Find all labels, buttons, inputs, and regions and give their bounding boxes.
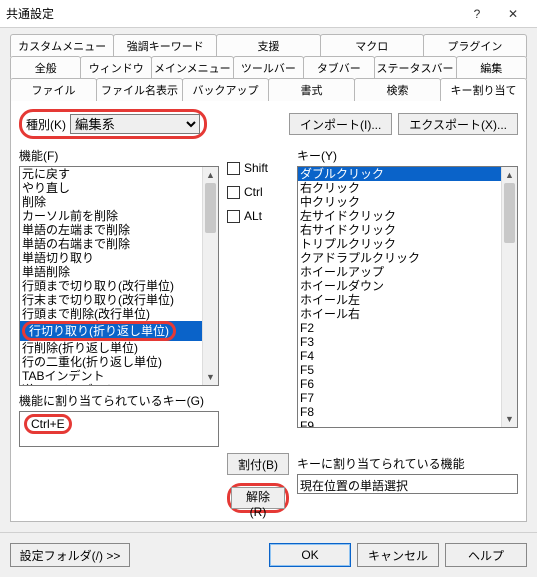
list-item[interactable]: F4 bbox=[298, 349, 501, 363]
scrollbar[interactable]: ▲ ▼ bbox=[202, 167, 218, 385]
list-item[interactable]: 行頭まで切り取り(改行単位) bbox=[20, 279, 202, 293]
keys-label: キー(Y) bbox=[297, 147, 518, 164]
cancel-button[interactable]: キャンセル bbox=[357, 543, 439, 567]
list-item[interactable]: F2 bbox=[298, 321, 501, 335]
ctrl-label: Ctrl bbox=[244, 185, 263, 199]
list-item[interactable]: 左サイドクリック bbox=[298, 209, 501, 223]
list-item[interactable]: F7 bbox=[298, 391, 501, 405]
list-item[interactable]: ホイール右 bbox=[298, 307, 501, 321]
type-label: 種別(K) bbox=[26, 116, 66, 133]
list-item[interactable]: F6 bbox=[298, 377, 501, 391]
ctrl-checkbox-row[interactable]: Ctrl bbox=[227, 185, 289, 199]
dialog-footer: 設定フォルダ(/) >> OK キャンセル ヘルプ bbox=[0, 532, 537, 577]
list-item[interactable]: ホイール左 bbox=[298, 293, 501, 307]
assigned-key-highlight: Ctrl+E bbox=[24, 414, 72, 434]
tab-書式[interactable]: 書式 bbox=[268, 78, 355, 101]
list-item[interactable]: 行頭まで削除(改行単位) bbox=[20, 307, 202, 321]
list-item[interactable]: 行削除(折り返し単位) bbox=[20, 341, 202, 355]
release-highlight: 解除(R) bbox=[227, 483, 289, 513]
help-icon[interactable]: ? bbox=[459, 3, 495, 25]
list-item[interactable]: ホイールダウン bbox=[298, 279, 501, 293]
list-item[interactable]: 単語の左端まで削除 bbox=[20, 223, 202, 237]
functions-label: 機能(F) bbox=[19, 147, 219, 164]
tab-カスタムメニュー[interactable]: カスタムメニュー bbox=[10, 34, 114, 57]
tab-全般[interactable]: 全般 bbox=[10, 56, 81, 79]
export-button[interactable]: エクスポート(X)... bbox=[398, 113, 518, 135]
title-bar: 共通設定 ? ✕ bbox=[0, 0, 537, 28]
list-item[interactable]: ダブルクリック bbox=[298, 167, 501, 181]
shift-checkbox-row[interactable]: Shift bbox=[227, 161, 289, 175]
settings-folder-button[interactable]: 設定フォルダ(/) >> bbox=[10, 543, 130, 567]
assigned-func-label: キーに割り当てられている機能 bbox=[297, 455, 518, 472]
tab-ファイル名表示[interactable]: ファイル名表示 bbox=[96, 78, 183, 101]
list-item[interactable]: 右クリック bbox=[298, 181, 501, 195]
assigned-func-value: 現在位置の単語選択 bbox=[300, 479, 408, 493]
tab-ツールバー[interactable]: ツールバー bbox=[233, 56, 304, 79]
close-icon[interactable]: ✕ bbox=[495, 3, 531, 25]
list-item[interactable]: F3 bbox=[298, 335, 501, 349]
list-item[interactable]: F9 bbox=[298, 419, 501, 427]
list-item[interactable]: F5 bbox=[298, 363, 501, 377]
list-item[interactable]: 元に戻す bbox=[20, 167, 202, 181]
keys-listbox[interactable]: ダブルクリック右クリック中クリック左サイドクリック右サイドクリックトリプルクリッ… bbox=[297, 166, 518, 428]
alt-checkbox-row[interactable]: ALt bbox=[227, 209, 289, 223]
list-item[interactable]: トリプルクリック bbox=[298, 237, 501, 251]
functions-listbox[interactable]: 元に戻すやり直し削除カーソル前を削除単語の左端まで削除単語の右端まで削除単語切り… bbox=[19, 166, 219, 386]
shift-checkbox[interactable] bbox=[227, 162, 240, 175]
tab-タブバー[interactable]: タブバー bbox=[303, 56, 374, 79]
list-item[interactable]: 逆TABインデント bbox=[20, 383, 202, 385]
assigned-keys-box[interactable]: Ctrl+E bbox=[19, 411, 219, 447]
release-button[interactable]: 解除(R) bbox=[231, 487, 285, 509]
list-item[interactable]: カーソル前を削除 bbox=[20, 209, 202, 223]
list-item[interactable]: クアドラプルクリック bbox=[298, 251, 501, 265]
list-item[interactable]: 行の二重化(折り返し単位) bbox=[20, 355, 202, 369]
scrollbar[interactable]: ▲ ▼ bbox=[501, 167, 517, 427]
scroll-up-icon[interactable]: ▲ bbox=[502, 167, 517, 183]
ctrl-checkbox[interactable] bbox=[227, 186, 240, 199]
scroll-down-icon[interactable]: ▼ bbox=[502, 411, 517, 427]
list-item[interactable]: ホイールアップ bbox=[298, 265, 501, 279]
tab-支援[interactable]: 支援 bbox=[216, 34, 320, 57]
window-title: 共通設定 bbox=[6, 5, 459, 22]
tab-pane: 種別(K) 編集系 インポート(I)... エクスポート(X)... 機能(F)… bbox=[10, 100, 527, 522]
list-item[interactable]: 行切り取り(折り返し単位) bbox=[20, 321, 202, 341]
list-item[interactable]: 単語削除 bbox=[20, 265, 202, 279]
list-item[interactable]: 単語切り取り bbox=[20, 251, 202, 265]
scroll-thumb[interactable] bbox=[504, 183, 515, 243]
tab-マクロ[interactable]: マクロ bbox=[320, 34, 424, 57]
tab-メインメニュー[interactable]: メインメニュー bbox=[151, 56, 234, 79]
shift-label: Shift bbox=[244, 161, 268, 175]
type-select[interactable]: 編集系 bbox=[70, 114, 200, 134]
import-button[interactable]: インポート(I)... bbox=[289, 113, 392, 135]
assigned-key-value: Ctrl+E bbox=[31, 417, 65, 431]
ok-button[interactable]: OK bbox=[269, 543, 351, 567]
list-item[interactable]: 右サイドクリック bbox=[298, 223, 501, 237]
alt-checkbox[interactable] bbox=[227, 210, 240, 223]
tab-編集[interactable]: 編集 bbox=[456, 56, 527, 79]
scroll-down-icon[interactable]: ▼ bbox=[203, 369, 218, 385]
tab-キー割り当て[interactable]: キー割り当て bbox=[440, 78, 527, 101]
alt-label: ALt bbox=[244, 209, 262, 223]
tab-バックアップ[interactable]: バックアップ bbox=[182, 78, 269, 101]
tab-ウィンドウ[interactable]: ウィンドウ bbox=[80, 56, 151, 79]
scroll-thumb[interactable] bbox=[205, 183, 216, 233]
tab-プラグイン[interactable]: プラグイン bbox=[423, 34, 527, 57]
tab-検索[interactable]: 検索 bbox=[354, 78, 441, 101]
scroll-up-icon[interactable]: ▲ bbox=[203, 167, 218, 183]
list-item[interactable]: 行末まで切り取り(改行単位) bbox=[20, 293, 202, 307]
type-group-highlight: 種別(K) 編集系 bbox=[19, 109, 207, 139]
list-item[interactable]: やり直し bbox=[20, 181, 202, 195]
list-item[interactable]: TABインデント bbox=[20, 369, 202, 383]
list-item[interactable]: 削除 bbox=[20, 195, 202, 209]
list-item[interactable]: 中クリック bbox=[298, 195, 501, 209]
list-item[interactable]: 単語の右端まで削除 bbox=[20, 237, 202, 251]
list-item[interactable]: F8 bbox=[298, 405, 501, 419]
assign-button[interactable]: 割付(B) bbox=[227, 453, 289, 475]
help-button[interactable]: ヘルプ bbox=[445, 543, 527, 567]
tab-ステータスバー[interactable]: ステータスバー bbox=[374, 56, 457, 79]
tab-ファイル[interactable]: ファイル bbox=[10, 78, 97, 101]
tab-強調キーワード[interactable]: 強調キーワード bbox=[113, 34, 217, 57]
assigned-func-box: 現在位置の単語選択 bbox=[297, 474, 518, 494]
assigned-keys-label: 機能に割り当てられているキー(G) bbox=[19, 392, 219, 409]
